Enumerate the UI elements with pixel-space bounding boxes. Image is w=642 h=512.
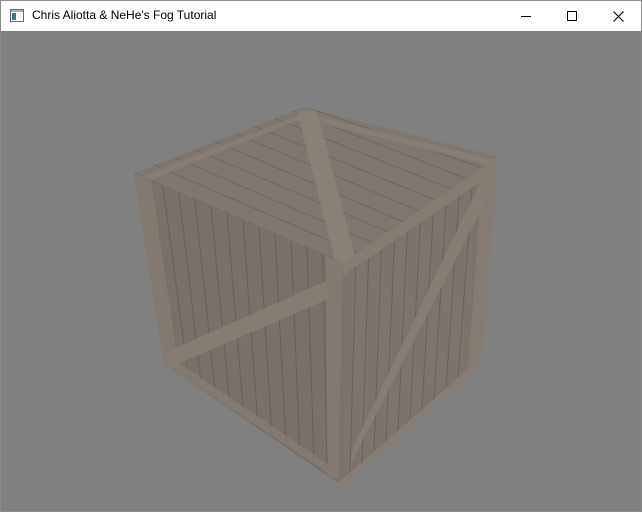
opengl-viewport[interactable]: [1, 31, 641, 511]
maximize-button[interactable]: [549, 1, 595, 31]
app-window: Chris Aliotta & NeHe's Fog Tutorial: [0, 0, 642, 512]
title-bar[interactable]: Chris Aliotta & NeHe's Fog Tutorial: [1, 1, 641, 31]
minimize-icon: [521, 16, 531, 17]
fog-scene: [1, 31, 641, 511]
minimize-button[interactable]: [503, 1, 549, 31]
close-icon: [612, 10, 624, 22]
maximize-icon: [567, 11, 577, 21]
fog-overlay: [1, 31, 641, 511]
close-button[interactable]: [595, 1, 641, 31]
window-title: Chris Aliotta & NeHe's Fog Tutorial: [32, 8, 217, 22]
app-icon: [10, 9, 24, 22]
